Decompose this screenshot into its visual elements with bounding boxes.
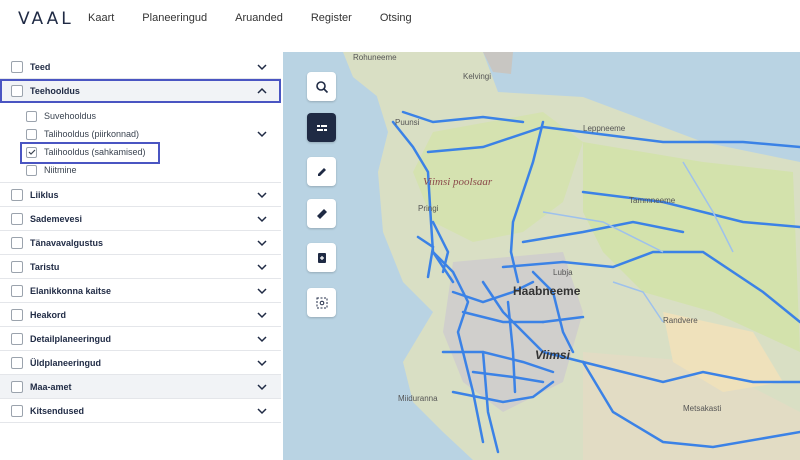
map-label-lubja: Lubja [553,268,573,277]
layer-uldplaneeringud[interactable]: Üldplaneeringud [0,351,281,375]
layer-checkbox[interactable] [11,284,23,297]
sublayer-checkbox[interactable] [26,110,37,122]
layer-checkbox[interactable] [11,380,23,393]
layer-label: Sademevesi [30,213,83,224]
chevron-down-icon[interactable] [256,189,268,201]
select-area-button[interactable] [307,288,336,317]
layer-teed[interactable]: Teed [0,55,281,79]
chevron-down-icon[interactable] [256,309,268,321]
app-root: VAAL Kaart Planeeringud Aruanded Registe… [0,0,800,460]
layers-button[interactable] [307,113,336,142]
chevron-down-icon[interactable] [256,381,268,393]
layer-label: Maa-amet [30,381,72,392]
layer-checkbox[interactable] [11,60,23,73]
sublayer-talihooldus-piirkonnad[interactable]: Talihooldus (piirkonnad) [0,125,281,143]
nav-otsing[interactable]: Otsing [380,12,412,24]
layer-checkbox[interactable] [11,85,23,97]
search-button[interactable] [307,72,336,101]
selected-sublayer-highlight [20,142,160,164]
document-icon [317,252,326,263]
sublayer-suvehooldus[interactable]: Suvehooldus [0,107,281,125]
layer-label: Teed [30,61,51,72]
layer-maa-amet[interactable]: Maa-amet [0,375,281,399]
ruler-icon [316,208,327,219]
layer-heakord[interactable]: Heakord [0,303,281,327]
layer-label: Detailplaneeringud [30,333,112,344]
map-label-kelvingi: Kelvingi [463,72,492,81]
sublayer-label: Niitmine [44,165,77,175]
layer-checkbox[interactable] [11,308,23,321]
map-label-puunsi: Puunsi [395,118,420,127]
map-label-leppneeme: Leppneeme [583,124,626,133]
layer-checkbox[interactable] [11,188,23,201]
map-label-randvere: Randvere [663,316,698,325]
chevron-down-icon[interactable] [256,237,268,249]
map-label-pringi: Pringi [418,204,439,213]
layer-checkbox[interactable] [11,260,23,273]
nav-kaart[interactable]: Kaart [88,12,114,24]
layer-kitsendused[interactable]: Kitsendused [0,399,281,423]
sublayer-label: Talihooldus (piirkonnad) [44,129,140,139]
layers-icon [316,124,327,131]
map-label-metsakasti: Metsakasti [683,404,722,413]
app-logo[interactable]: VAAL [18,9,74,29]
map-label-miiduranna: Miiduranna [398,394,438,403]
chevron-down-icon[interactable] [256,61,268,73]
map-label-viimsi: Viimsi [535,348,570,362]
layer-detailplaneeringud[interactable]: Detailplaneeringud [0,327,281,351]
layer-checkbox[interactable] [11,332,23,345]
layer-label: Üldplaneeringud [30,357,102,368]
nav-register[interactable]: Register [311,12,352,24]
measure-button[interactable] [307,199,336,228]
select-area-icon [316,297,327,308]
chevron-down-icon[interactable] [256,285,268,297]
add-document-button[interactable] [307,243,336,272]
nav-planeeringud[interactable]: Planeeringud [142,12,207,24]
sublayer-checkbox[interactable] [26,164,37,176]
chevron-down-icon[interactable] [256,333,268,345]
layer-label: Teehooldus [30,86,80,96]
layer-elanikkonna-kaitse[interactable]: Elanikkonna kaitse [0,279,281,303]
chevron-down-icon[interactable] [256,405,268,417]
map-label-haabneeme: Haabneeme [513,284,581,298]
nav-aruanded[interactable]: Aruanded [235,12,283,24]
layer-label: Kitsendused [30,405,85,416]
layer-taristu[interactable]: Taristu [0,255,281,279]
layer-checkbox[interactable] [11,236,23,249]
chevron-down-icon[interactable] [256,357,268,369]
map-label-tammneeme: Tammneeme [629,196,676,205]
layer-label: Tänavavalgustus [30,237,104,248]
chevron-down-icon[interactable] [256,261,268,273]
sublayer-label: Suvehooldus [44,111,97,121]
top-navigation-bar: VAAL Kaart Planeeringud Aruanded Registe… [0,0,800,40]
chevron-up-icon[interactable] [256,85,268,97]
sublayer-checkbox[interactable] [26,128,37,140]
map-canvas[interactable] [283,52,800,460]
layer-checkbox[interactable] [11,404,23,417]
layer-label: Liiklus [30,189,59,200]
draw-button[interactable] [307,157,336,186]
map-label-rohuneeme: Rohuneeme [353,53,397,62]
main-nav: Kaart Planeeringud Aruanded Register Ots… [88,12,440,24]
layer-panel: Teed Teehooldus Suvehooldus Talihooldus … [0,55,281,460]
layer-liiklus[interactable]: Liiklus [0,183,281,207]
map-view[interactable]: Rohuneeme Kelvingi Puunsi Leppneeme Viim… [283,52,800,460]
map-label-viimsi-poolsaar: Viimsi poolsaar [423,176,493,188]
layer-checkbox[interactable] [11,212,23,225]
layer-label: Elanikkonna kaitse [30,285,112,296]
layer-label: Taristu [30,261,60,272]
search-icon [315,80,328,93]
chevron-down-icon[interactable] [256,128,268,140]
layer-teehooldus[interactable]: Teehooldus [0,79,281,103]
pencil-icon [317,167,326,176]
layer-checkbox[interactable] [11,356,23,369]
layer-sademevesi[interactable]: Sademevesi [0,207,281,231]
chevron-down-icon[interactable] [256,213,268,225]
layer-label: Heakord [30,309,67,320]
layer-tanavavalgustus[interactable]: Tänavavalgustus [0,231,281,255]
